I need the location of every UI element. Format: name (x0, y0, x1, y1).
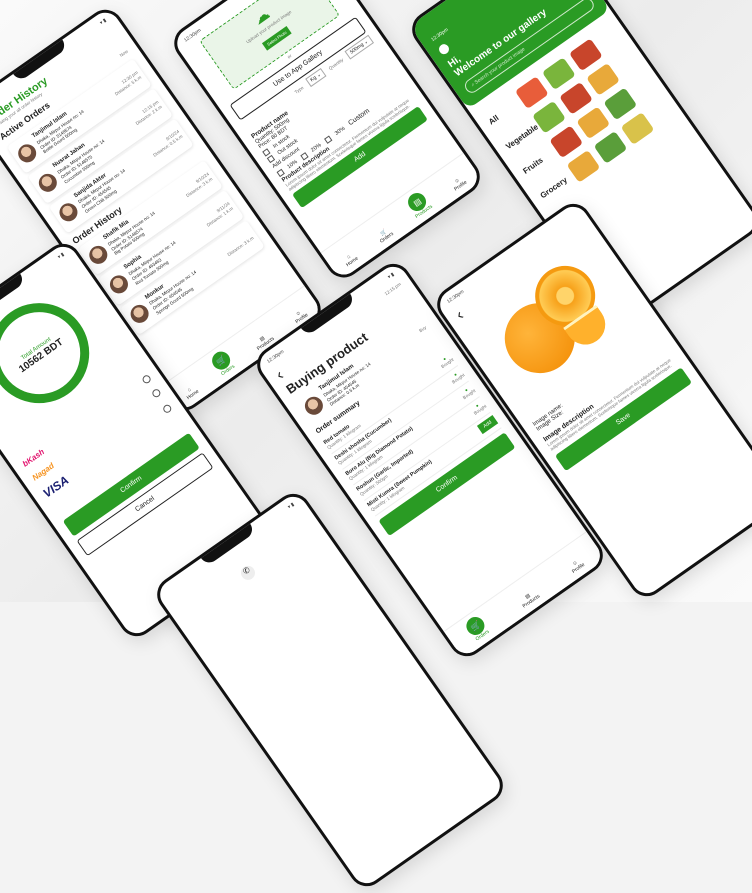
back-button[interactable] (437, 42, 451, 57)
discount-10-checkbox[interactable] (276, 168, 285, 177)
avatar (85, 242, 111, 268)
product-thumbnail[interactable] (593, 130, 628, 164)
product-thumbnail[interactable] (620, 112, 655, 145)
avatar (56, 200, 82, 226)
radio-button[interactable] (140, 373, 152, 385)
avatar (301, 392, 327, 419)
avatar (127, 301, 153, 327)
now-label: Now (118, 48, 129, 58)
type-label: Type (293, 84, 305, 95)
nav-products[interactable]: ▤ Products (404, 189, 434, 220)
discount-20-checkbox[interactable] (300, 151, 309, 161)
avatar (35, 170, 61, 196)
back-icon[interactable]: ‹ (453, 307, 467, 324)
buy-label: Buy (417, 324, 428, 334)
call-icon[interactable]: ✆ (238, 563, 258, 583)
product-thumbnail[interactable] (566, 149, 601, 183)
nav-orders[interactable]: 🛒 Orders (463, 613, 492, 643)
nav-home[interactable]: ⌂ Home (182, 384, 200, 402)
quantity-label: Quantity (327, 56, 344, 71)
nav-orders[interactable]: 🛒 Orders (208, 347, 238, 378)
avatar (14, 140, 40, 166)
nav-home[interactable]: ⌂ Home (342, 251, 359, 269)
avatar (106, 271, 132, 297)
nav-profile[interactable]: ☺ Profile (450, 175, 468, 192)
nav-products[interactable]: ▤ Products (518, 588, 542, 610)
radio-button[interactable] (150, 387, 162, 399)
nav-orders[interactable]: 🛒 Orders (375, 226, 395, 245)
nav-profile[interactable]: ☺ Profile (568, 557, 586, 575)
discount-30-checkbox[interactable] (323, 135, 333, 144)
radio-button[interactable] (161, 403, 173, 415)
